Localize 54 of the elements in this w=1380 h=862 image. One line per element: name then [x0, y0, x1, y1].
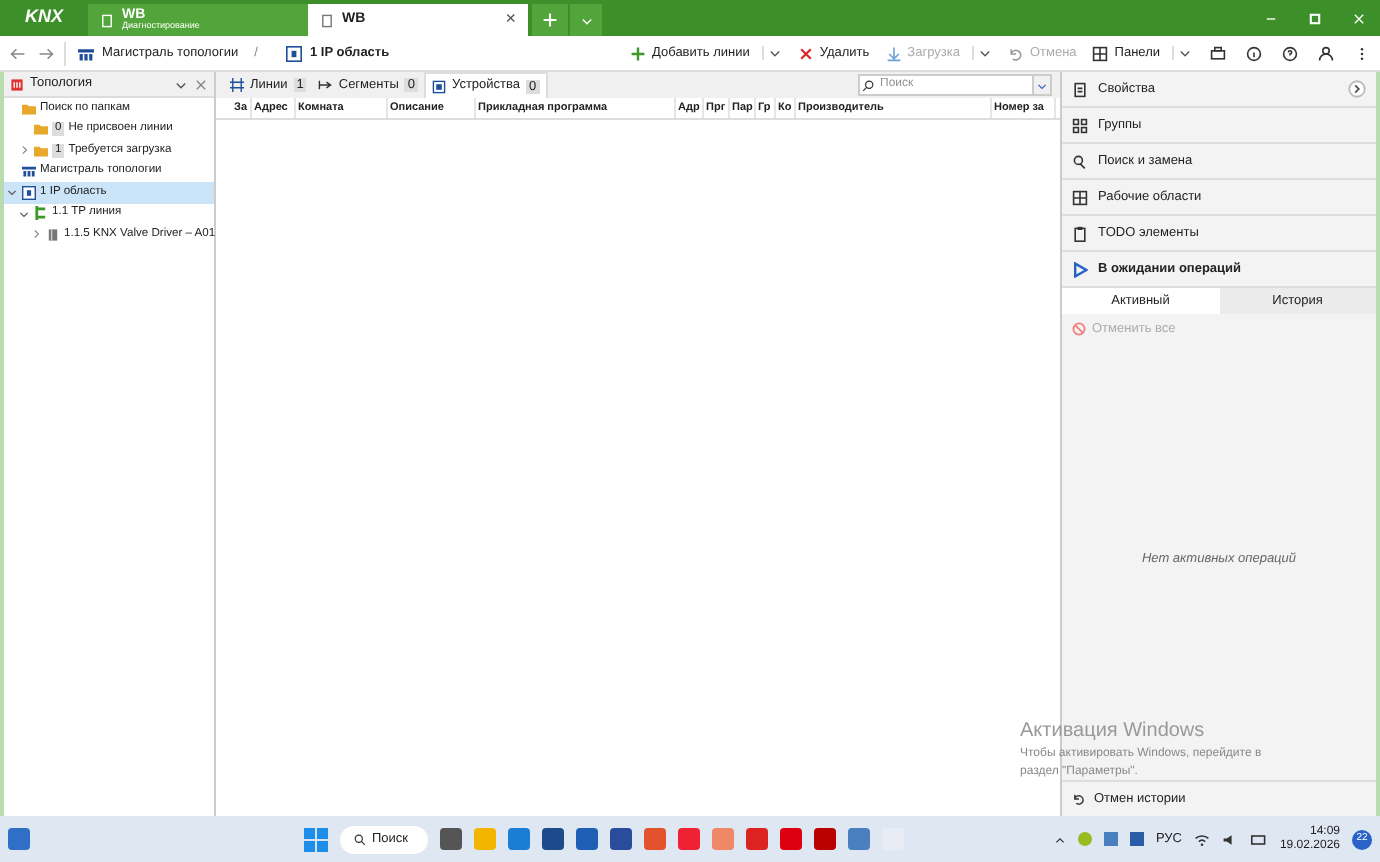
- close-icon[interactable]: ×: [505, 6, 516, 34]
- grid-icon: [78, 45, 94, 61]
- chevron-right-icon[interactable]: [30, 228, 42, 241]
- undo-icon: [1007, 45, 1024, 61]
- search-icon: [862, 80, 874, 92]
- start-icon[interactable]: [304, 827, 328, 851]
- area-icon: [285, 45, 302, 61]
- lines-icon: [230, 78, 244, 92]
- device-icon: [46, 227, 60, 242]
- new-tab-button[interactable]: [532, 4, 568, 36]
- document-icon: [320, 13, 334, 27]
- back-arrow-icon[interactable]: [10, 45, 26, 61]
- segment-icon: [318, 78, 333, 92]
- plus-icon: [630, 45, 647, 61]
- device-icon: [432, 79, 447, 93]
- help-icon[interactable]: [1282, 45, 1298, 61]
- chevron-right-icon[interactable]: [18, 144, 30, 157]
- app-logo: KNX: [22, 4, 66, 31]
- line-icon: [34, 206, 48, 221]
- search-icon: [354, 833, 366, 845]
- wifi-icon[interactable]: [1193, 831, 1210, 847]
- close-icon[interactable]: [194, 77, 208, 91]
- forward-arrow-icon[interactable]: [38, 45, 54, 61]
- topology-icon: [10, 77, 24, 91]
- activation-title: Активация Windows: [1020, 718, 1207, 746]
- speaker-icon[interactable]: [1221, 831, 1238, 847]
- chevron-down-icon: [1036, 79, 1048, 91]
- clipboard-icon: [1072, 225, 1088, 241]
- widgets-icon[interactable]: [8, 828, 30, 850]
- panels-icon: [1072, 189, 1088, 205]
- prohibited-icon: [1072, 322, 1086, 337]
- groups-icon: [1072, 117, 1088, 133]
- chevron-down-icon[interactable]: [1178, 46, 1192, 60]
- area-icon: [22, 185, 36, 200]
- expand-icon[interactable]: [1348, 80, 1366, 98]
- grid-icon: [22, 164, 36, 179]
- dropdown-button[interactable]: [1034, 74, 1052, 96]
- document-icon: [1072, 81, 1088, 97]
- replace-icon: [1072, 153, 1088, 169]
- download-icon: [885, 45, 902, 61]
- close-icon: [797, 45, 814, 61]
- chevron-down-icon[interactable]: [767, 46, 782, 60]
- chevron-down-icon: [579, 13, 593, 27]
- document-icon: [100, 13, 114, 27]
- chevron-down-icon[interactable]: [174, 77, 188, 91]
- plus-icon: [542, 12, 558, 28]
- chevron-up-icon[interactable]: [1053, 833, 1066, 845]
- undo-icon: [1072, 792, 1086, 806]
- user-icon[interactable]: [1318, 45, 1334, 61]
- restore-icon[interactable]: [1307, 11, 1321, 25]
- play-icon: [1072, 261, 1088, 277]
- info-icon[interactable]: [1246, 45, 1262, 61]
- panels-icon: [1092, 45, 1109, 61]
- battery-icon[interactable]: [1249, 831, 1268, 847]
